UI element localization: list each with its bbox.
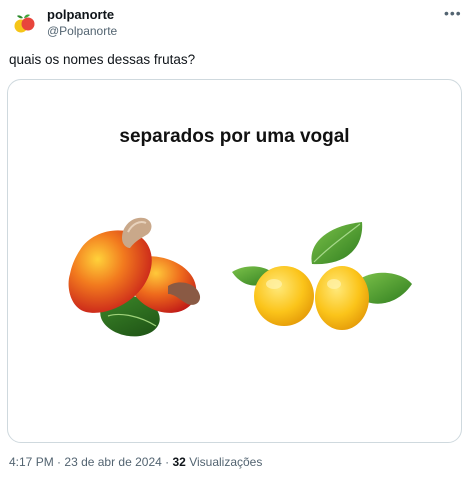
author-name[interactable]: polpanorte	[47, 7, 114, 22]
avatar[interactable]	[12, 12, 36, 36]
more-options-icon[interactable]: •••	[444, 5, 462, 21]
tweet-image[interactable]: separados por uma vogal	[7, 79, 462, 443]
meta-separator: ·	[57, 455, 62, 469]
tweet-date[interactable]: 23 de abr de 2024	[64, 455, 161, 469]
tweet-text: quais os nomes dessas frutas?	[9, 52, 196, 67]
meta-separator: ·	[165, 455, 170, 469]
fruit-illustration	[68, 217, 412, 337]
cashew-fruit-image	[68, 217, 201, 337]
tweet-meta: 4:17 PM · 23 de abr de 2024 · 32 Visuali…	[9, 455, 262, 469]
tweet-time[interactable]: 4:17 PM	[9, 455, 54, 469]
views-count: 32	[172, 455, 186, 469]
views-label: Visualizações	[189, 455, 263, 469]
lemon-fruit-image	[232, 222, 412, 330]
author-handle[interactable]: @Polpanorte	[47, 24, 117, 38]
